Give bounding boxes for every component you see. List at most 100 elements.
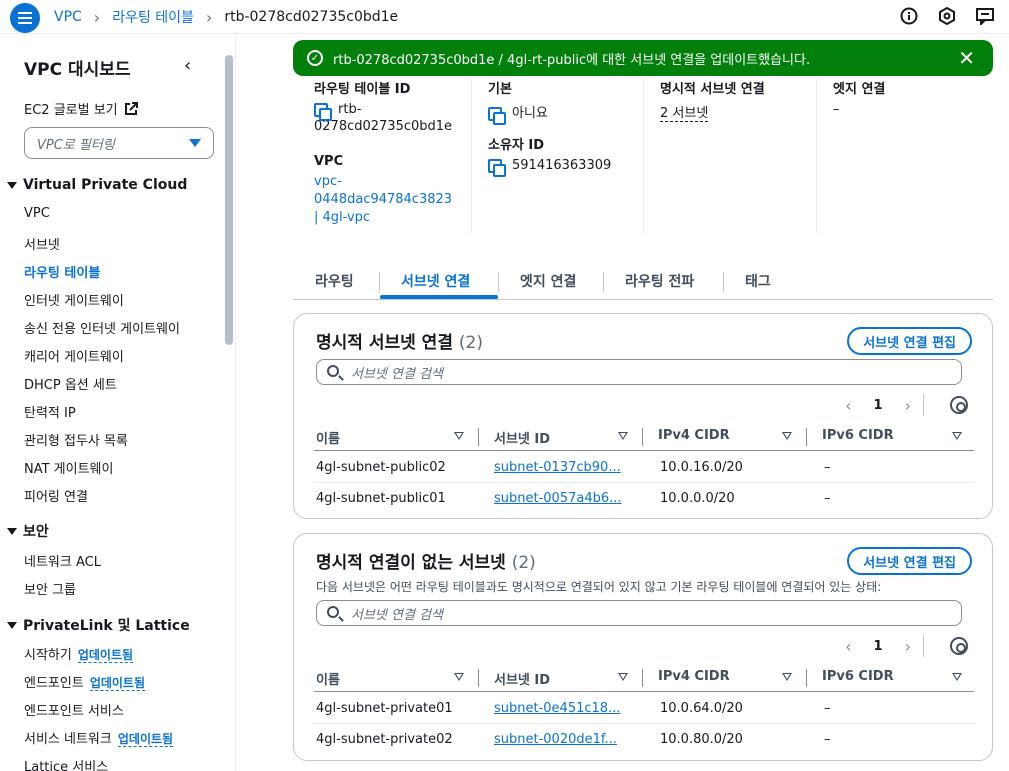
copy-icon[interactable] (488, 158, 506, 177)
tab-edge-associations[interactable]: 엣지 연결 (520, 271, 576, 291)
sidebar-item-prefix-lists[interactable]: 관리형 접두사 목록 (24, 430, 128, 449)
column-divider[interactable] (478, 428, 479, 446)
section-privatelink[interactable]: PrivateLink 및 Lattice (7, 615, 190, 635)
breadcrumb-vpc[interactable]: VPC (54, 9, 82, 25)
updated-badge: 업데이트됨 (77, 648, 134, 663)
column-divider[interactable] (478, 669, 479, 687)
sidebar-item-elastic-ip[interactable]: 탄력적 IP (24, 402, 76, 421)
edit-subnet-associations-button[interactable]: 서브넷 연결 편집 (847, 327, 972, 355)
column-header-name[interactable]: 이름 (316, 669, 340, 688)
tab-routes[interactable]: 라우팅 (315, 271, 354, 291)
sidebar-item-peering[interactable]: 피어링 연결 (24, 486, 88, 505)
search-input[interactable]: 서브넷 연결 검색 (316, 359, 962, 385)
sidebar-item-nat[interactable]: NAT 게이트웨이 (24, 458, 113, 477)
cell-ipv6: – (824, 701, 831, 716)
sort-icon[interactable] (618, 673, 628, 681)
column-header-ipv6[interactable]: IPv6 CIDR (822, 428, 894, 443)
column-header-subnet-id[interactable]: 서브넷 ID (494, 669, 550, 688)
sort-icon[interactable] (782, 673, 792, 681)
ec2-global-view-link[interactable]: EC2 글로벌 보기 (24, 99, 138, 118)
section-security[interactable]: 보안 (7, 521, 49, 541)
gear-icon[interactable] (950, 396, 968, 414)
tab-subnet-associations[interactable]: 서브넷 연결 (401, 271, 470, 291)
sort-icon[interactable] (454, 432, 464, 440)
column-divider[interactable] (642, 428, 643, 446)
column-header-name[interactable]: 이름 (316, 428, 340, 447)
main-value: 아니요 (512, 106, 548, 121)
chevron-left-icon[interactable]: ‹ (845, 637, 851, 656)
chevron-right-icon[interactable]: › (905, 396, 911, 415)
sidebar-scrollbar[interactable] (225, 55, 233, 345)
column-header-ipv4[interactable]: IPv4 CIDR (658, 669, 730, 684)
close-icon[interactable]: ✕ (958, 46, 975, 70)
sidebar-item-subnets[interactable]: 서브넷 (24, 234, 60, 253)
cell-ipv4: 10.0.64.0/20 (660, 701, 743, 716)
sidebar-item-lattice-services[interactable]: Lattice 서비스 (24, 756, 108, 771)
tab-tags[interactable]: 태그 (745, 271, 771, 291)
vpc-filter-select[interactable]: VPC로 필터링 (24, 127, 214, 159)
sort-icon[interactable] (952, 432, 962, 440)
collapse-icon[interactable]: ‹ (184, 55, 191, 76)
sort-icon[interactable] (454, 673, 464, 681)
page-number[interactable]: 1 (874, 639, 883, 654)
sidebar-item-route-tables[interactable]: 라우팅 테이블 (24, 262, 100, 281)
check-circle-icon: ✓ (307, 50, 323, 66)
tab-route-propagation[interactable]: 라우팅 전파 (625, 271, 694, 291)
column-divider[interactable] (642, 669, 643, 687)
explicit-associations-value[interactable]: 2 서브넷 (660, 102, 709, 122)
sidebar-item-dhcp[interactable]: DHCP 옵션 세트 (24, 374, 117, 393)
sidebar-item-internet-gateways[interactable]: 인터넷 게이트웨이 (24, 290, 124, 309)
page-number[interactable]: 1 (874, 398, 883, 413)
vpc-link-line3[interactable]: | 4gl-vpc (314, 210, 452, 225)
cell-ipv4: 10.0.16.0/20 (660, 460, 743, 475)
settings-hex-icon[interactable] (937, 6, 957, 26)
column-header-ipv6[interactable]: IPv6 CIDR (822, 669, 894, 684)
search-icon (327, 365, 339, 377)
sidebar-item-egress-gateways[interactable]: 송신 전용 인터넷 게이트웨이 (24, 318, 180, 337)
cell-ipv6: – (824, 732, 831, 747)
header-divider (314, 691, 974, 692)
cell-subnet-link[interactable]: subnet-0137cb90... (494, 460, 621, 475)
column-header-ipv4[interactable]: IPv4 CIDR (658, 428, 730, 443)
edit-subnet-associations-button[interactable]: 서브넷 연결 편집 (847, 547, 972, 575)
sidebar-item-endpoints[interactable]: 엔드포인트 업데이트됨 (24, 672, 146, 691)
column-divider[interactable] (806, 669, 807, 687)
cell-subnet-link[interactable]: subnet-0e451c18... (494, 701, 620, 716)
cell-ipv6: – (824, 491, 831, 506)
copy-icon[interactable] (488, 106, 506, 125)
menu-icon[interactable] (10, 3, 40, 33)
sidebar-item-security-groups[interactable]: 보안 그룹 (24, 579, 76, 598)
breadcrumb-route-tables[interactable]: 라우팅 테이블 (112, 7, 194, 27)
search-input[interactable]: 서브넷 연결 검색 (316, 600, 962, 626)
sidebar-item-service-networks[interactable]: 서비스 네트워크 업데이트됨 (24, 728, 174, 747)
sort-icon[interactable] (782, 432, 792, 440)
sidebar-item-nacl[interactable]: 네트워크 ACL (24, 551, 101, 570)
panel-title-text: 명시적 서브넷 연결 (316, 333, 453, 353)
column-divider[interactable] (806, 428, 807, 446)
section-vpc[interactable]: Virtual Private Cloud (7, 177, 187, 193)
sort-icon[interactable] (952, 673, 962, 681)
sidebar-item-carrier-gateways[interactable]: 캐리어 게이트웨이 (24, 346, 124, 365)
vpc-link-line1[interactable]: vpc- (314, 174, 452, 189)
cell-subnet-link[interactable]: subnet-0020de1f... (494, 732, 617, 747)
cell-name: 4gl-subnet-public01 (316, 491, 446, 506)
panel-count: (2) (511, 553, 536, 573)
column-header-subnet-id[interactable]: 서브넷 ID (494, 428, 550, 447)
sidebar-item-endpoint-services[interactable]: 엔드포인트 서비스 (24, 700, 124, 719)
cell-subnet-link[interactable]: subnet-0057a4b6... (494, 491, 622, 506)
sidebar-item-getting-started[interactable]: 시작하기 업데이트됨 (24, 644, 134, 663)
chevron-left-icon[interactable]: ‹ (845, 396, 851, 415)
sidebar-item-vpc[interactable]: VPC (24, 206, 50, 221)
gear-icon[interactable] (950, 637, 968, 655)
breadcrumb-current: rtb-0278cd02735c0bd1e (224, 9, 399, 25)
search-placeholder: 서브넷 연결 검색 (351, 607, 443, 623)
sort-icon[interactable] (618, 432, 628, 440)
panel-title: 명시적 연결이 없는 서브넷 (2) (316, 548, 536, 573)
chevron-right-icon[interactable]: › (905, 637, 911, 656)
copy-icon[interactable] (314, 102, 332, 121)
feedback-icon[interactable] (975, 6, 995, 26)
info-icon[interactable] (899, 6, 919, 26)
subnets-without-explicit-associations-panel: 명시적 연결이 없는 서브넷 (2) 서브넷 연결 편집 다음 서브넷은 어떤 … (293, 533, 993, 761)
vpc-link-line2[interactable]: 0448dac94784c3823 (314, 192, 452, 207)
divider (816, 78, 817, 233)
